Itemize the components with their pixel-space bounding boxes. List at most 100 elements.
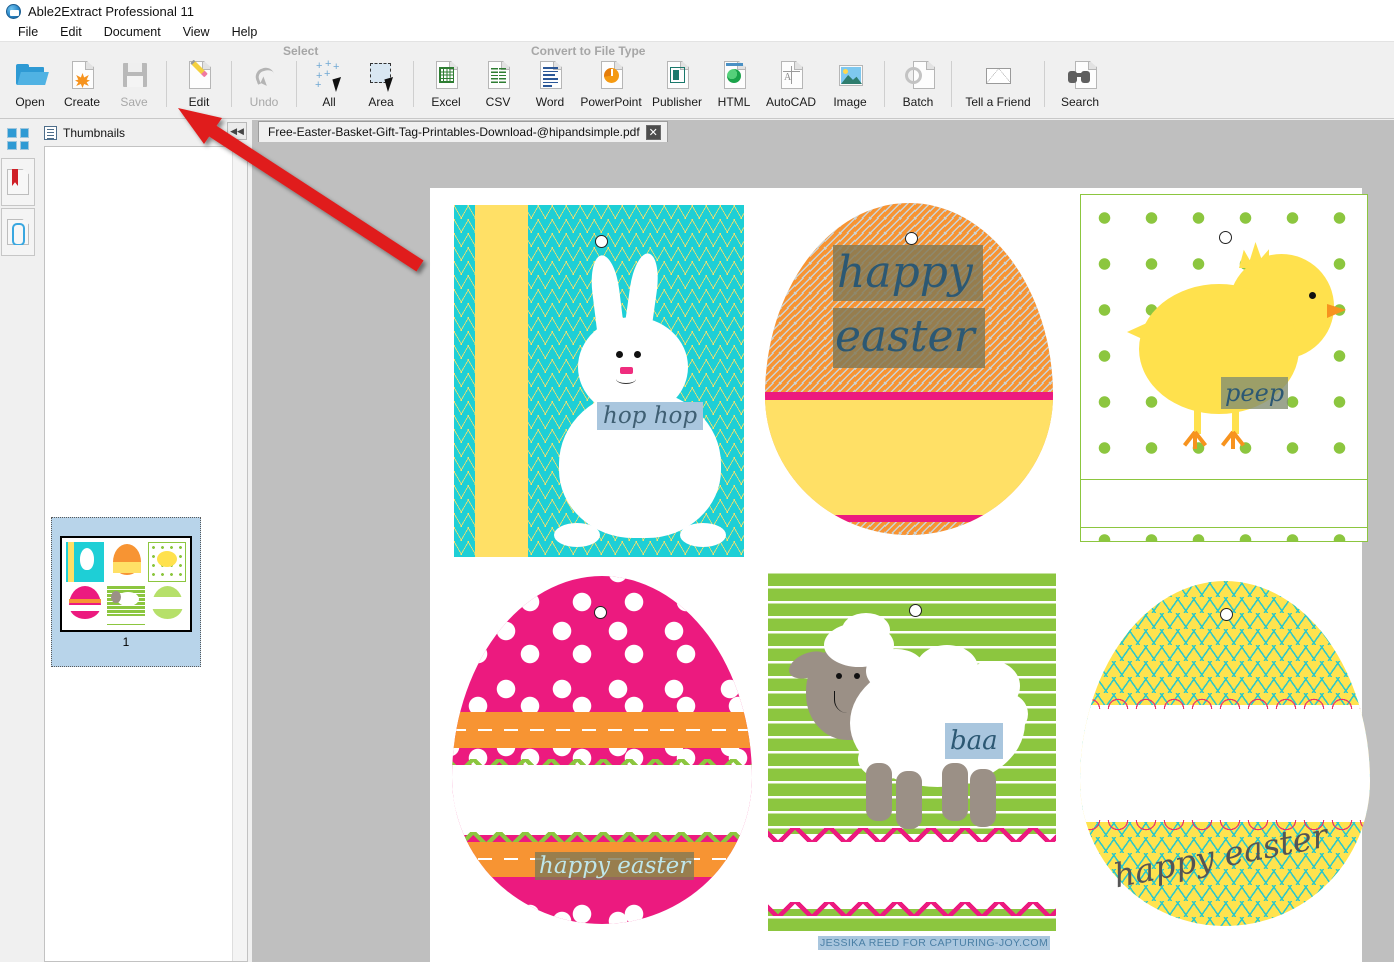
punch-hole: [595, 235, 608, 248]
card-sheep-tag[interactable]: baa: [768, 571, 1056, 931]
punch-hole: [1220, 608, 1233, 621]
card-orange-egg-tag[interactable]: happy easter: [765, 203, 1053, 535]
convert-csv-label: CSV: [485, 95, 511, 109]
window-title: Able2Extract Professional 11: [28, 3, 194, 19]
document-area: Free-Easter-Basket-Gift-Tag-Printables-D…: [252, 120, 1394, 962]
paperclip-doc-icon: [7, 219, 29, 245]
punch-hole: [594, 606, 607, 619]
sheep-tag-text[interactable]: baa: [950, 726, 998, 756]
chick-tag-text[interactable]: peep: [1225, 379, 1284, 407]
thumbnails-panel-title: Thumbnails: [63, 126, 126, 140]
page-credit-line[interactable]: JESSIKA REED FOR CAPTURING-JOY.COM: [818, 936, 1051, 950]
html-icon: [717, 60, 751, 92]
create-button[interactable]: Create: [56, 58, 108, 109]
envelope-icon: [981, 60, 1015, 92]
convert-autocad-button[interactable]: A AutoCAD: [760, 58, 822, 109]
menu-item-help[interactable]: Help: [221, 23, 269, 41]
menu-item-file[interactable]: File: [7, 23, 49, 41]
convert-csv-button[interactable]: CSV: [472, 58, 524, 109]
chick-illustration: [1109, 242, 1346, 472]
collapse-panel-button[interactable]: ◀◀: [227, 122, 247, 140]
menu-item-edit[interactable]: Edit: [49, 23, 93, 41]
folder-open-icon: [13, 60, 49, 92]
select-area-button[interactable]: Area: [355, 58, 407, 109]
edit-button[interactable]: Edit: [173, 58, 225, 109]
orange-egg-text-line2[interactable]: easter: [835, 308, 975, 365]
card-chick-tag[interactable]: peep: [1080, 194, 1368, 542]
menu-item-view[interactable]: View: [172, 23, 221, 41]
create-pdf-icon: [65, 60, 99, 92]
app-logo-icon: [6, 3, 21, 19]
close-icon[interactable]: ✕: [645, 124, 661, 140]
convert-publisher-label: Publisher: [651, 95, 703, 109]
thumbnails-list[interactable]: ⌃ 1: [44, 146, 248, 962]
bookmark-doc-icon: [7, 169, 29, 195]
excel-icon: [429, 60, 463, 92]
image-icon: [833, 60, 867, 92]
floppy-save-icon: [117, 60, 151, 92]
thumbnails-panel: Thumbnails ◀◀ ⌃ 1: [36, 120, 252, 962]
save-button[interactable]: Save: [108, 58, 160, 109]
pdf-page[interactable]: hop hop happy easter peep happy easter b…: [430, 188, 1370, 962]
batch-button-label: Batch: [902, 95, 934, 109]
sheep-illustration: [785, 611, 1038, 829]
tell-a-friend-button[interactable]: Tell a Friend: [958, 58, 1038, 109]
thumbnails-toggle-button[interactable]: [1, 122, 35, 156]
bunny-tag-text[interactable]: hop hop: [597, 402, 704, 431]
punch-hole: [1219, 231, 1232, 244]
convert-html-button[interactable]: HTML: [708, 58, 760, 109]
card-bunny-tag[interactable]: hop hop: [454, 205, 744, 557]
save-button-label: Save: [120, 95, 148, 109]
edit-button-label: Edit: [188, 95, 210, 109]
selection-highlight: happy easter: [535, 852, 695, 880]
thumbnail-page-preview: [60, 535, 192, 632]
batch-button[interactable]: Batch: [891, 58, 945, 109]
card-yellow-egg-tag[interactable]: happy easter: [1080, 581, 1370, 926]
convert-word-button[interactable]: Word: [524, 58, 576, 109]
bookmarks-toggle-button[interactable]: [1, 158, 35, 206]
convert-publisher-button[interactable]: Publisher: [646, 58, 708, 109]
convert-word-label: Word: [535, 95, 565, 109]
scroll-up-arrow[interactable]: ⌃: [233, 147, 247, 162]
search-button-label: Search: [1060, 95, 1100, 109]
pink-egg-text[interactable]: happy easter: [539, 853, 690, 879]
list-icon: [44, 126, 57, 140]
selection-highlight: peep: [1221, 377, 1289, 409]
card-pink-egg-tag[interactable]: happy easter: [452, 576, 752, 924]
document-tab[interactable]: Free-Easter-Basket-Gift-Tag-Printables-D…: [258, 121, 668, 142]
autocad-icon: A: [774, 60, 808, 92]
select-area-button-label: Area: [368, 95, 394, 109]
yellow-stripe: [475, 205, 528, 557]
convert-image-button[interactable]: Image: [822, 58, 878, 109]
select-all-button[interactable]: + + + + + + All: [303, 58, 355, 109]
convert-powerpoint-button[interactable]: PowerPoint: [576, 58, 646, 109]
undo-arrow-icon: [247, 60, 281, 92]
left-icon-rail: [0, 120, 36, 962]
punch-hole: [909, 604, 922, 617]
binoculars-icon: [1063, 60, 1097, 92]
attachments-toggle-button[interactable]: [1, 208, 35, 256]
convert-excel-label: Excel: [431, 95, 461, 109]
undo-button[interactable]: Undo: [238, 58, 290, 109]
search-button[interactable]: Search: [1051, 58, 1109, 109]
thumbnail-page-number: 1: [122, 634, 130, 649]
punch-hole: [905, 232, 918, 245]
document-tab-strip: Free-Easter-Basket-Gift-Tag-Printables-D…: [252, 120, 1394, 142]
tell-a-friend-label: Tell a Friend: [965, 95, 1031, 109]
grid-squares-icon: [7, 128, 29, 150]
convert-html-label: HTML: [717, 95, 751, 109]
csv-icon: [481, 60, 515, 92]
orange-egg-text-line1[interactable]: happy: [837, 245, 973, 300]
menu-item-document[interactable]: Document: [93, 23, 172, 41]
batch-gear-icon: [901, 60, 935, 92]
convert-autocad-label: AutoCAD: [765, 95, 817, 109]
open-button[interactable]: Open: [4, 58, 56, 109]
menu-bar: File Edit Document View Help: [0, 22, 1394, 41]
toolbar-ribbon: Select Convert to File Type Open Create …: [0, 41, 1394, 119]
convert-excel-button[interactable]: Excel: [420, 58, 472, 109]
thumbnails-scrollbar[interactable]: ⌃: [232, 147, 247, 961]
thumbnail-page-1[interactable]: 1: [51, 517, 201, 667]
selection-highlight: baa: [945, 723, 1003, 759]
word-icon: [533, 60, 567, 92]
select-all-button-label: All: [322, 95, 336, 109]
